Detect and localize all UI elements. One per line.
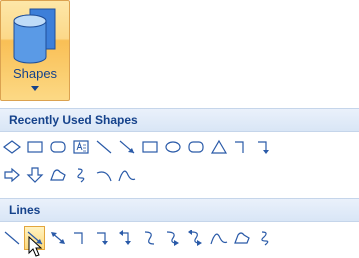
line-shape-curved-double-arrow-connector[interactable] <box>185 226 206 250</box>
shape-elbow-arrow-connector[interactable] <box>254 135 275 159</box>
rectangle-icon <box>26 141 43 153</box>
shape-rectangle-2[interactable] <box>139 135 160 159</box>
line-shape-elbow-double-arrow-connector[interactable] <box>116 226 137 250</box>
text-box-icon <box>72 140 89 154</box>
line-shape-curved-connector[interactable] <box>139 226 160 250</box>
shape-rounded-rectangle[interactable] <box>47 135 68 159</box>
down-arrow-icon <box>26 167 43 183</box>
recently-used-shapes-header: Recently Used Shapes <box>0 108 359 132</box>
recently-used-shapes-row-2 <box>1 163 139 189</box>
shape-curve[interactable] <box>116 163 137 187</box>
shape-rounded-rectangle-2[interactable] <box>185 135 206 159</box>
line-shape-double-arrow[interactable] <box>47 226 68 250</box>
freeform-icon <box>233 232 250 244</box>
shape-diamond[interactable] <box>1 135 22 159</box>
curved-connector-icon <box>144 231 154 245</box>
shape-triangle[interactable] <box>208 135 229 159</box>
arrow-icon <box>119 140 134 154</box>
scribble-icon <box>260 231 268 246</box>
mouse-pointer-icon <box>28 236 43 257</box>
line-shape-curved-arrow-connector[interactable] <box>162 226 183 250</box>
line-icon <box>4 231 19 245</box>
rectangle-icon <box>141 141 158 153</box>
diamond-icon <box>2 140 21 154</box>
curve-icon <box>209 233 227 245</box>
curved-double-arrow-connector-icon <box>187 230 202 246</box>
rounded-rectangle-icon <box>187 141 204 153</box>
double-arrow-icon <box>50 232 65 244</box>
line-shape-line[interactable] <box>1 226 22 250</box>
shapes-icon <box>13 8 56 64</box>
line-shape-freeform[interactable] <box>231 226 252 250</box>
shape-arrow[interactable] <box>116 135 137 159</box>
arc-icon <box>96 171 112 182</box>
shape-freeform[interactable] <box>47 163 68 187</box>
elbow-arrow-connector-icon <box>257 141 269 154</box>
shape-rectangle[interactable] <box>24 135 45 159</box>
scribble-icon <box>76 168 84 183</box>
triangle-icon <box>210 139 227 154</box>
shape-right-arrow[interactable] <box>1 163 22 187</box>
freeform-icon <box>49 169 66 181</box>
shape-line[interactable] <box>93 135 114 159</box>
shapes-label: Shapes <box>12 66 58 81</box>
curve-icon <box>117 170 135 182</box>
line-shape-elbow-connector[interactable] <box>70 226 91 250</box>
elbow-arrow-connector-icon <box>96 232 108 245</box>
recently-used-shapes-row <box>1 135 277 161</box>
shape-arc[interactable] <box>93 163 114 187</box>
right-arrow-icon <box>3 167 20 183</box>
elbow-double-arrow-connector-icon <box>118 230 131 245</box>
curved-arrow-connector-icon <box>166 231 179 246</box>
oval-icon <box>164 141 181 153</box>
shape-down-arrow[interactable] <box>24 163 45 187</box>
line-shape-scribble[interactable] <box>254 226 275 250</box>
shapes-button[interactable]: Shapes <box>0 0 70 101</box>
shape-oval[interactable] <box>162 135 183 159</box>
elbow-connector-icon <box>73 232 83 244</box>
elbow-connector-icon <box>234 141 244 153</box>
shape-scribble[interactable] <box>70 163 91 187</box>
line-shape-elbow-arrow-connector[interactable] <box>93 226 114 250</box>
line-icon <box>96 140 111 154</box>
rounded-rectangle-icon <box>49 141 66 153</box>
lines-header: Lines <box>0 198 359 222</box>
shape-elbow-connector[interactable] <box>231 135 252 159</box>
line-shape-curve[interactable] <box>208 226 229 250</box>
shape-text-box[interactable] <box>70 135 91 159</box>
chevron-down-icon[interactable] <box>31 86 39 91</box>
